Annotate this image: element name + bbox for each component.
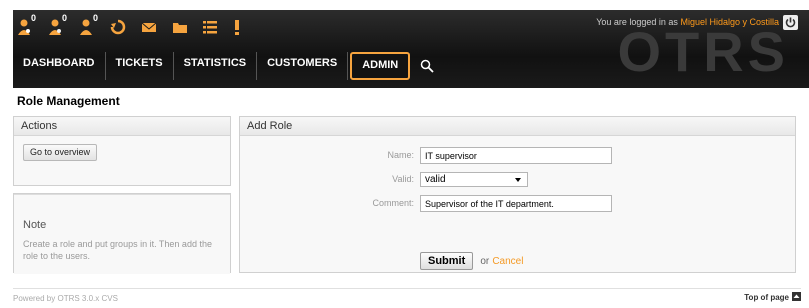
submit-button[interactable]: Submit xyxy=(420,252,474,270)
user-name-link[interactable]: Miguel Hidalgo y Costilla xyxy=(680,17,779,27)
main-navigation: DASHBOARD TICKETS STATISTICS CUSTOMERS A… xyxy=(13,52,441,80)
or-text: or xyxy=(480,256,490,267)
list-icon[interactable] xyxy=(203,17,223,37)
valid-row: Valid: valid xyxy=(240,171,797,190)
comment-input[interactable] xyxy=(420,195,612,212)
nav-customers[interactable]: CUSTOMERS xyxy=(257,52,349,80)
header: OTRS 0 0 0 You are logged in as Miguel H… xyxy=(0,0,809,88)
nav-admin[interactable]: ADMIN xyxy=(350,52,411,80)
add-role-panel: Add Role Name: Valid: valid Comment: Sub… xyxy=(239,116,796,273)
comment-label: Comment: xyxy=(372,198,414,208)
nav-statistics[interactable]: STATISTICS xyxy=(174,52,258,80)
locked-tickets-new-count: 0 xyxy=(31,13,37,23)
note-panel: Note Create a role and put groups in it.… xyxy=(13,193,231,274)
escalation-icon[interactable] xyxy=(234,17,254,37)
actions-body: Go to overview xyxy=(14,136,230,185)
chevron-down-icon xyxy=(515,178,521,182)
logout-button[interactable] xyxy=(783,15,798,30)
comment-row: Comment: xyxy=(240,195,797,214)
name-row: Name: xyxy=(240,147,797,166)
actions-panel: Actions Go to overview xyxy=(13,116,231,186)
go-to-overview-button[interactable]: Go to overview xyxy=(23,144,98,161)
nav-tickets[interactable]: TICKETS xyxy=(106,52,174,80)
actions-header: Actions xyxy=(14,117,230,136)
power-icon xyxy=(785,17,796,28)
responsible-icon[interactable] xyxy=(110,17,130,37)
submit-row: Submit or Cancel xyxy=(420,252,523,270)
locked-tickets-all-count: 0 xyxy=(93,13,99,23)
login-info: You are logged in as Miguel Hidalgo y Co… xyxy=(596,17,779,27)
nav-dashboard[interactable]: DASHBOARD xyxy=(13,52,106,80)
toolbar: 0 0 0 xyxy=(17,13,265,38)
locked-tickets-new-icon[interactable]: 0 xyxy=(17,13,37,37)
search-icon xyxy=(421,59,434,73)
otrs-logo: OTRS xyxy=(617,20,789,83)
top-of-page-icon[interactable] xyxy=(792,292,801,301)
footer: Powered by OTRS 3.0.x CVS Top of page xyxy=(13,288,801,306)
valid-select[interactable]: valid xyxy=(420,172,528,187)
name-label: Name: xyxy=(387,150,414,160)
top-of-page-link[interactable]: Top of page xyxy=(744,293,789,302)
locked-tickets-reminder-count: 0 xyxy=(62,13,68,23)
add-role-header: Add Role xyxy=(240,117,795,136)
locked-tickets-all-icon[interactable]: 0 xyxy=(79,13,99,37)
valid-select-value: valid xyxy=(425,174,446,185)
valid-label: Valid: xyxy=(392,174,414,184)
page-title: Role Management xyxy=(17,94,120,108)
note-text: Create a role and put groups in it. Then… xyxy=(23,239,212,261)
note-body: Note Create a role and put groups in it.… xyxy=(14,194,230,274)
folder-icon[interactable] xyxy=(172,17,192,37)
add-role-body: Name: Valid: valid Comment: Submit or Ca… xyxy=(240,136,795,272)
name-input[interactable] xyxy=(420,147,612,164)
login-prefix: You are logged in as xyxy=(596,17,678,27)
cancel-link[interactable]: Cancel xyxy=(492,256,523,267)
locked-tickets-reminder-icon[interactable]: 0 xyxy=(48,13,68,37)
email-icon[interactable] xyxy=(141,17,161,37)
nav-search[interactable] xyxy=(413,52,441,80)
powered-by-link[interactable]: Powered by OTRS 3.0.x CVS xyxy=(13,294,118,303)
note-title: Note xyxy=(23,219,47,231)
